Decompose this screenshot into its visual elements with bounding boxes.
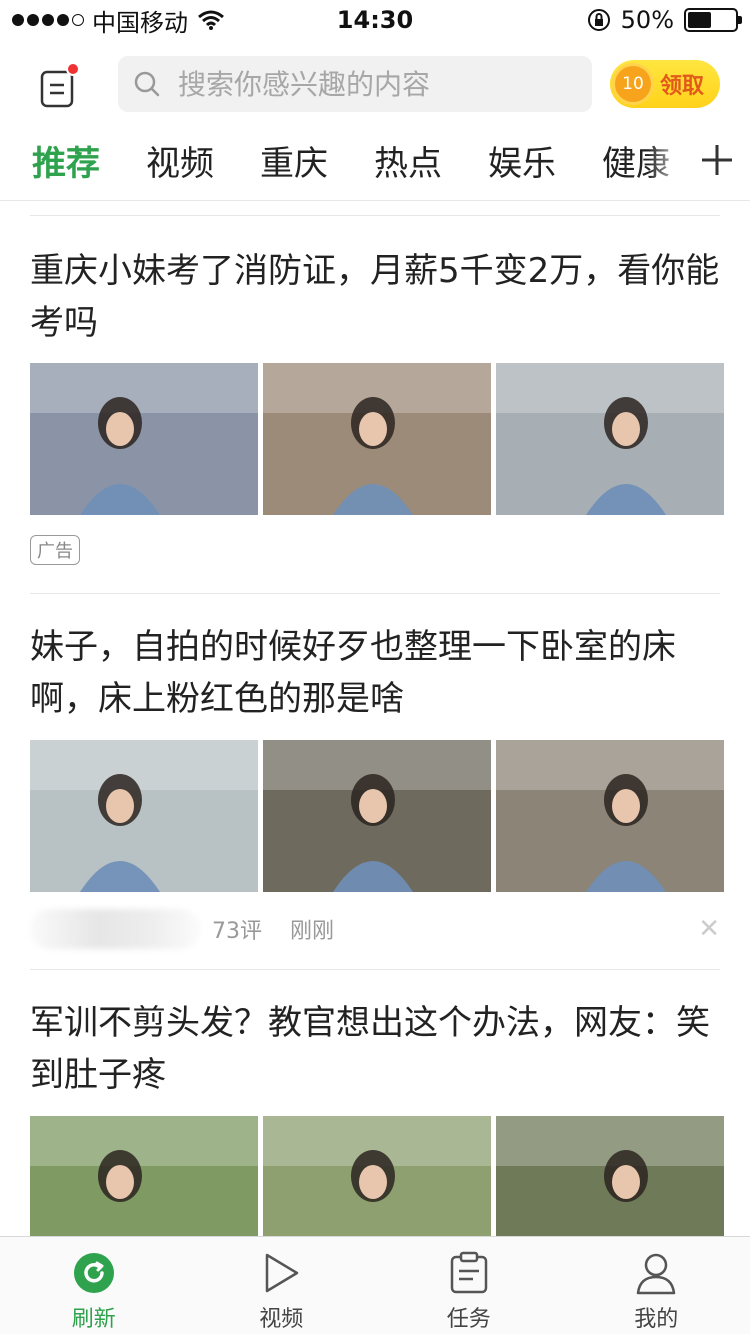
photo-placeholder [263,740,491,892]
nav-label: 视频 [259,1307,304,1332]
signal-strength-icon [12,14,84,26]
play-icon [266,1253,299,1293]
plus-icon [702,145,732,175]
carrier-name: 中国移动 [92,8,188,37]
nav-me[interactable]: 我的 [563,1237,750,1334]
refresh-icon [73,1253,114,1293]
add-channel-button[interactable] [684,128,750,192]
news-feed: 重庆小妹考了消防证，月薪5千变2万，看你能考吗 广告 妹子，自拍的时候好歹也整理… [0,201,750,1236]
photo-placeholder [496,1116,724,1236]
article-title[interactable]: 重庆小妹考了消防证，月薪5千变2万，看你能考吗 [30,245,720,349]
unread-dot [66,62,80,76]
bottom-navigation: 刷新 视频 任务 我的 [0,1236,750,1334]
article-thumbnails[interactable] [30,363,724,515]
status-bar: 中国移动 14:30 50% [0,0,750,40]
photo-placeholder [30,740,258,892]
tab-1[interactable]: 视频 [146,136,214,185]
photo-placeholder [263,363,491,515]
battery-percent: 50% [620,6,674,34]
blurred-source [30,909,200,949]
dismiss-icon[interactable]: ✕ [698,914,720,944]
nav-label: 任务 [446,1307,491,1332]
search-icon [134,71,160,97]
article-thumbnails[interactable] [30,740,724,892]
ad-badge: 广告 [30,535,80,565]
item-divider [30,969,720,970]
thumbnail-image[interactable] [30,740,258,892]
thumbnail-image[interactable] [263,1116,491,1236]
article-meta: 73评 刚刚 ✕ [30,909,720,949]
thumbnail-image[interactable] [496,740,724,892]
coin-icon: 10 [612,63,654,105]
nav-video[interactable]: 视频 [188,1237,376,1334]
item-divider [30,593,720,594]
publish-time: 刚刚 [290,919,335,944]
search-input[interactable] [178,67,578,101]
item-divider [30,215,720,216]
tab-2[interactable]: 重庆 [260,136,328,185]
photo-placeholder [496,740,724,892]
photo-placeholder [30,363,258,515]
tab-0[interactable]: 推荐 [32,136,100,185]
article-title[interactable]: 军训不剪头发？教官想出这个办法，网友：笑到肚子疼 [30,997,720,1101]
claim-label: 领取 [660,74,705,99]
top-header: 10 领取 [0,52,750,116]
battery-icon [684,8,742,32]
thumbnail-image[interactable] [263,740,491,892]
nav-tasks[interactable]: 任务 [375,1237,563,1334]
clipboard-icon [450,1251,487,1294]
user-icon [637,1253,676,1295]
orientation-lock-icon [587,9,610,31]
claim-coins-button[interactable]: 10 领取 [610,60,720,108]
tab-3[interactable]: 热点 [374,136,442,185]
nav-label: 我的 [634,1307,679,1332]
thumbnail-image[interactable] [496,1116,724,1236]
wifi-icon [198,10,224,30]
search-bar[interactable] [118,56,592,112]
comment-count: 73评 [212,919,262,944]
tabs-fade [648,128,688,192]
photo-placeholder [263,1116,491,1236]
article-title[interactable]: 妹子，自拍的时候好歹也整理一下卧室的床啊，床上粉红色的那是啥 [30,621,720,725]
nav-label: 刷新 [71,1307,116,1332]
photo-placeholder [30,1116,258,1236]
thumbnail-image[interactable] [263,363,491,515]
photo-placeholder [496,363,724,515]
channel-tabs: 推荐 视频 重庆 热点 娱乐 健康 [0,128,750,192]
tab-4[interactable]: 娱乐 [488,136,556,185]
nav-refresh[interactable]: 刷新 [0,1237,188,1334]
thumbnail-image[interactable] [30,363,258,515]
article-thumbnails[interactable] [30,1116,724,1236]
thumbnail-image[interactable] [496,363,724,515]
thumbnail-image[interactable] [30,1116,258,1236]
